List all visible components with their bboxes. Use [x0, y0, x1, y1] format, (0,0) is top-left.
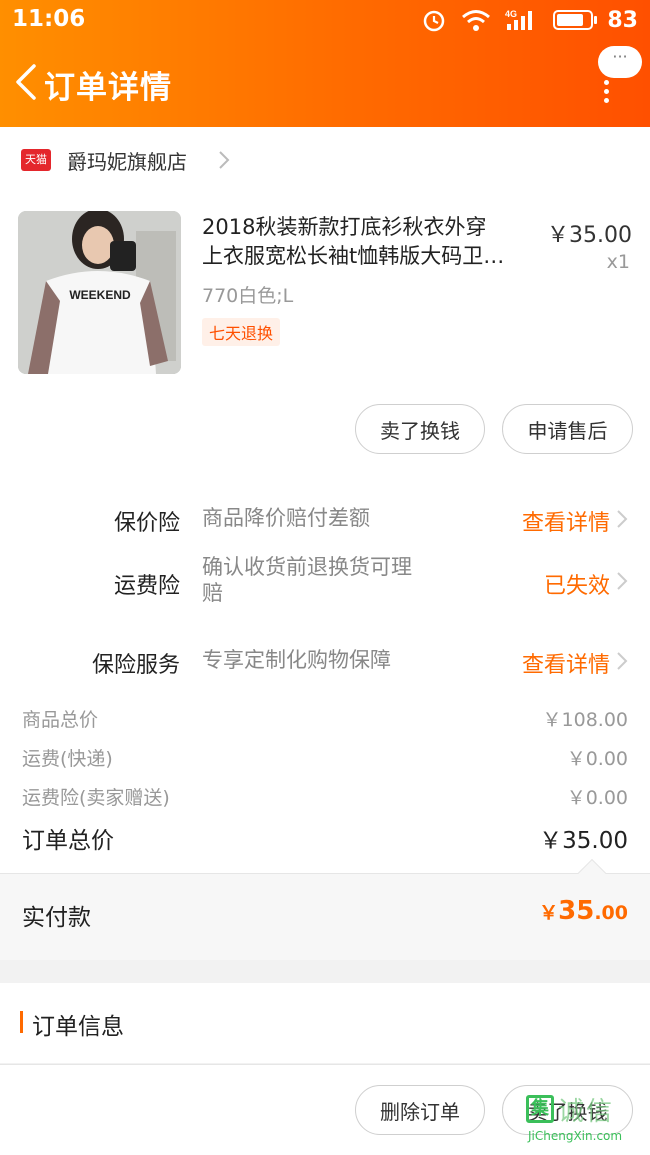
product-item[interactable]: WEEKEND 2018秋装新款打底衫秋衣外穿 上衣服宽松长袖t恤韩版大码卫… … [0, 211, 650, 381]
insurance-row-shipping[interactable]: 运费险 确认收货前退换货可理赔 已失效 [0, 553, 650, 623]
insurance-label: 保险服务 [91, 653, 180, 678]
back-arrow-icon[interactable] [12, 64, 42, 100]
alarm-icon [424, 10, 445, 32]
more-bubble-button[interactable]: ··· [598, 46, 642, 78]
order-card: 天猫 爵玛妮旗舰店 WEEKEND 2018秋装新款打底衫秋衣外穿 上衣服宽松长… [0, 127, 650, 960]
svg-text:4G: 4G [505, 9, 517, 19]
shop-row[interactable]: 天猫 爵玛妮旗舰店 [0, 127, 650, 195]
shop-name[interactable]: 爵玛妮旗舰店 [67, 146, 187, 175]
shipping-insurance-label: 运费险(卖家赠送) [22, 787, 170, 809]
insurance-label: 保价险 [113, 511, 180, 536]
apply-after-sale-button[interactable]: 申请售后 [502, 404, 633, 454]
actual-paid-value: ￥35.00 [539, 896, 628, 926]
status-time: 11:06 [12, 6, 86, 32]
page-title: 订单详情 [44, 70, 172, 106]
tmall-badge-icon: 天猫 [21, 149, 51, 171]
order-total-value: ￥35.00 [539, 828, 628, 854]
chevron-right-icon [617, 510, 628, 528]
order-info-title: 订单信息 [32, 1014, 124, 1040]
chevron-right-icon [617, 652, 628, 670]
battery-percent: 83 [607, 7, 638, 33]
battery-fill [557, 14, 584, 26]
watermark-logo-icon: 集 [526, 1095, 554, 1123]
watermark-url: JiChengXin.com [528, 1129, 623, 1143]
shipping-value: ￥0.00 [566, 748, 628, 770]
product-title[interactable]: 2018秋装新款打底衫秋衣外穿 上衣服宽松长袖t恤韩版大码卫… [202, 213, 532, 271]
app-header: 11:06 4G 83 订单详情 ··· [0, 0, 650, 127]
nav-bar: 订单详情 ··· [0, 46, 650, 112]
insurance-label: 运费险 [113, 574, 180, 599]
status-bar: 11:06 4G 83 [0, 0, 650, 40]
goods-total-row: 商品总价 ￥108.00 [0, 701, 650, 737]
more-options-icon[interactable] [604, 80, 610, 103]
actual-paid-label: 实付款 [22, 905, 91, 931]
section-accent-bar [20, 1011, 23, 1033]
shipping-insurance-value: ￥0.00 [566, 787, 628, 809]
insurance-action[interactable]: 查看详情 [522, 505, 610, 537]
status-icons: 4G 83 [421, 5, 638, 35]
chevron-right-icon [219, 151, 230, 169]
watermark-text: 诚信 [558, 1097, 615, 1127]
insurance-desc: 专享定制化购物保障 [202, 648, 391, 672]
insurance-action[interactable]: 查看详情 [522, 647, 610, 679]
goods-total-label: 商品总价 [22, 709, 99, 731]
svg-text:WEEKEND: WEEKEND [69, 288, 131, 302]
insurance-row-service[interactable]: 保险服务 专享定制化购物保障 查看详情 [0, 635, 650, 695]
chevron-right-icon [617, 572, 628, 590]
order-total-label: 订单总价 [22, 828, 114, 854]
insurance-desc: 确认收货前退换货可理赔 [202, 555, 412, 605]
wifi-icon [462, 10, 491, 31]
bottom-action-bar: 删除订单 卖了换钱 集 诚信 JiChengXin.com [0, 1064, 650, 1155]
product-sku: 770白色;L [202, 285, 294, 307]
actual-paid-block: 实付款 ￥35.00 [0, 858, 650, 960]
shipping-label: 运费(快递) [22, 748, 113, 770]
delete-order-button[interactable]: 删除订单 [355, 1085, 485, 1135]
shipping-row: 运费(快递) ￥0.00 [0, 740, 650, 776]
signal-4g-icon: 4G [505, 9, 533, 30]
insurance-row-price-protect[interactable]: 保价险 商品降价赔付差额 查看详情 [0, 493, 650, 553]
product-image[interactable]: WEEKEND [18, 211, 181, 374]
site-watermark: 集 诚信 JiChengXin.com [526, 1091, 644, 1149]
seven-day-return-tag: 七天退换 [202, 318, 281, 346]
goods-total-value: ￥108.00 [542, 709, 628, 731]
insurance-action[interactable]: 已失效 [544, 568, 610, 600]
order-total-row: 订单总价 ￥35.00 [0, 819, 650, 859]
battery-icon [553, 10, 598, 30]
sell-for-cash-button[interactable]: 卖了换钱 [355, 404, 485, 454]
insurance-desc: 商品降价赔付差额 [202, 506, 370, 530]
shipping-insurance-row: 运费险(卖家赠送) ￥0.00 [0, 779, 650, 815]
product-quantity: x1 [606, 251, 630, 273]
paid-notch [577, 858, 607, 888]
product-price: ￥35.00 [547, 223, 632, 248]
order-info-section: 订单信息 [0, 983, 650, 1063]
